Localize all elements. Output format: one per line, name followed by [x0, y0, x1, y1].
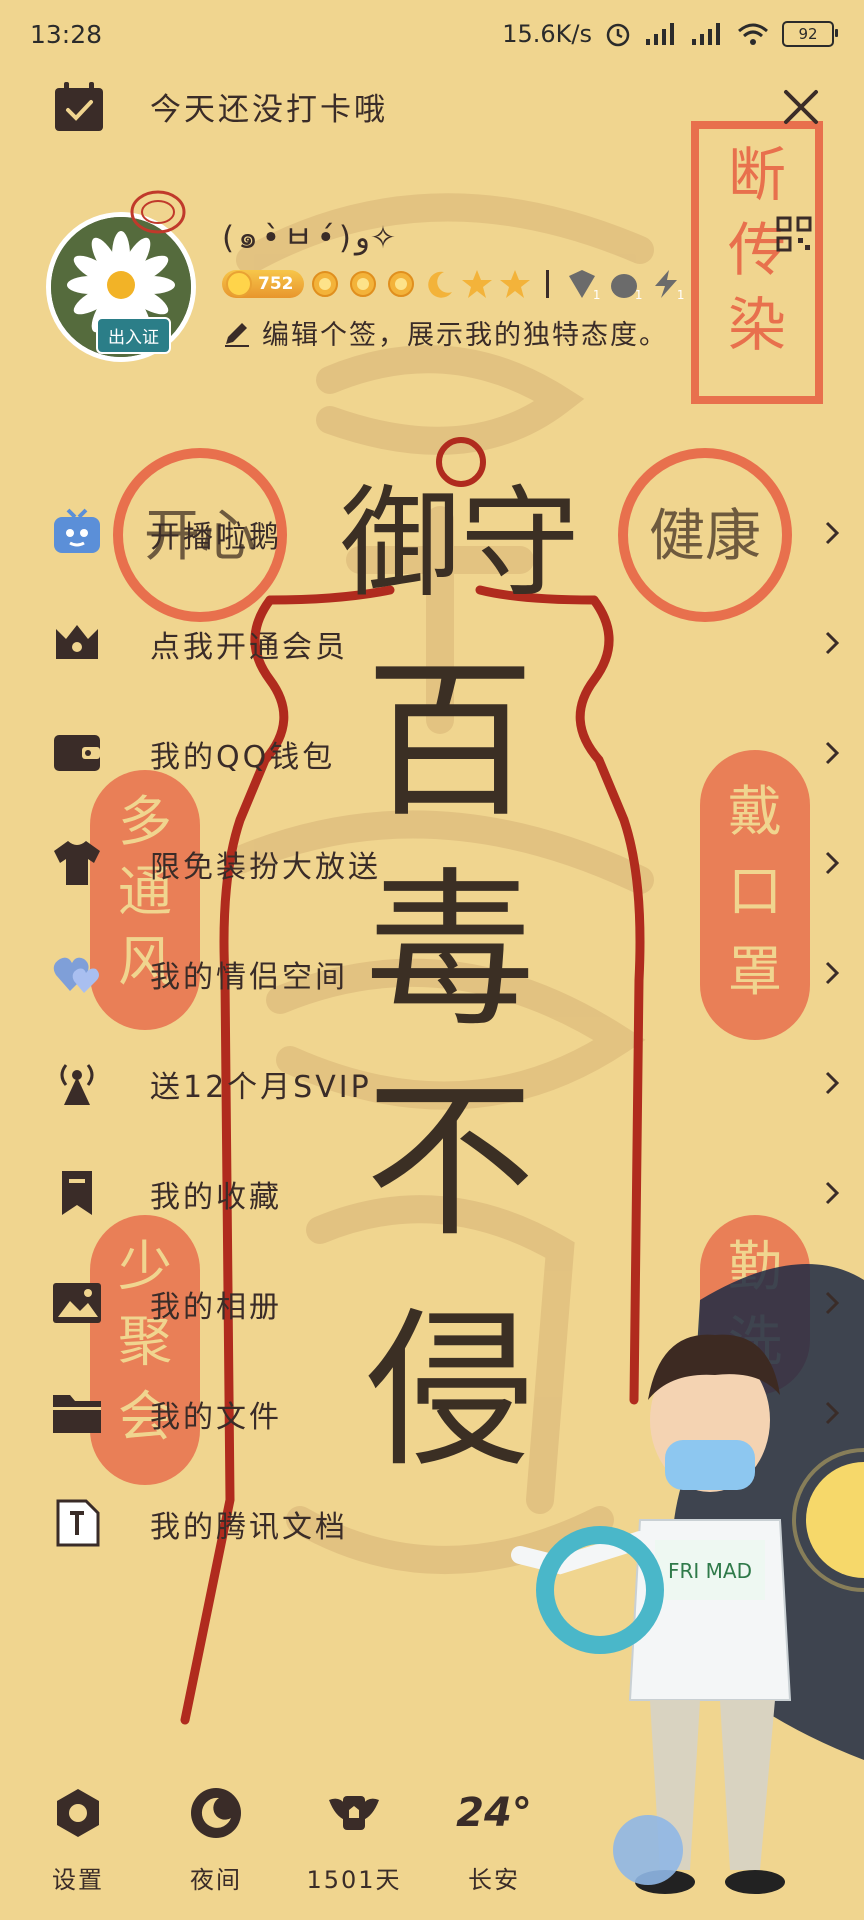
tshirt-icon [54, 841, 100, 885]
days-label: 1501天 [306, 1866, 402, 1894]
menu-label: 开播啦鹅 [150, 520, 282, 555]
status-indicators: 15.6K/s 92 [502, 18, 838, 50]
alarm-icon [606, 23, 630, 47]
gear-icon [57, 1789, 99, 1837]
signature-text: 编辑个签，展示我的独特态度。 [262, 320, 668, 351]
menu-item-wallet[interactable]: 我的QQ钱包 [0, 698, 864, 808]
menu-label: 我的收藏 [150, 1180, 282, 1215]
divider [545, 270, 549, 298]
temperature: 24° [456, 1790, 532, 1836]
wifi-icon [738, 23, 768, 45]
menu-item-couple-space[interactable]: 我的情侣空间 [0, 918, 864, 1028]
pencil-icon [225, 322, 249, 347]
sun-level-icon [311, 271, 338, 297]
chevron-right-icon [825, 1071, 840, 1095]
menu-label: 限免装扮大放送 [150, 850, 381, 885]
sun-level-icon [387, 271, 414, 297]
menu-label: 点我开通会员 [150, 630, 348, 665]
night-mode-label: 夜间 [190, 1866, 242, 1894]
settings-label: 设置 [52, 1866, 104, 1894]
side-menu: 开播啦鹅 点我开通会员 我的QQ钱包 限免装扮大放送 我的情侣空间 送12个月S… [0, 478, 864, 1578]
tv-icon [54, 508, 100, 553]
photo-icon [53, 1283, 101, 1323]
battery-indicator: 92 [782, 21, 838, 47]
menu-label: 送12个月SVIP [150, 1070, 372, 1105]
star-level-icon [461, 270, 492, 298]
crown-icon [56, 625, 98, 659]
checkin-prompt[interactable]: 今天还没打卡哦 [150, 84, 388, 129]
night-mode-button[interactable]: 夜间 [166, 1786, 266, 1895]
menu-label: 我的文件 [150, 1400, 282, 1435]
city-label: 长安 [468, 1866, 520, 1894]
coin-badge: 752 [222, 270, 304, 298]
broadcast-icon [60, 1064, 94, 1105]
svg-text:染: 染 [728, 291, 786, 359]
chevron-right-icon [825, 851, 840, 875]
menu-item-dressup[interactable]: 限免装扮大放送 [0, 808, 864, 918]
signature-editor[interactable]: 编辑个签，展示我的独特态度。 [222, 313, 668, 352]
top-bar: 今天还没打卡哦 [0, 72, 864, 162]
chevron-right-icon [825, 1291, 840, 1315]
signal-hd-icon [692, 23, 720, 45]
coin-count: 752 [258, 274, 294, 294]
menu-label: 我的相册 [150, 1290, 282, 1325]
chevron-right-icon [825, 961, 840, 985]
star-level-icon [499, 270, 530, 298]
chevron-right-icon [825, 1181, 840, 1205]
weather-widget[interactable]: 24° 长安 [444, 1786, 544, 1895]
chevron-right-icon [825, 521, 840, 545]
moon-level-icon [427, 271, 452, 298]
menu-label: 我的情侣空间 [150, 960, 348, 995]
qr-code-icon[interactable] [776, 216, 812, 252]
settings-button[interactable]: 设置 [28, 1786, 128, 1895]
moon-icon [191, 1788, 241, 1838]
gem-badge: 1 [647, 268, 685, 302]
avatar-stamp-icon [130, 190, 186, 234]
chevron-right-icon [825, 1401, 840, 1425]
coin-icon [226, 271, 252, 297]
days-badge[interactable]: 1501天 [304, 1786, 404, 1895]
wallet-icon [54, 735, 100, 771]
menu-item-favorites[interactable]: 我的收藏 [0, 1138, 864, 1248]
hearts-icon [53, 957, 99, 993]
menu-item-tencent-docs[interactable]: 我的腾讯文档 [0, 1468, 864, 1578]
menu-item-album[interactable]: 我的相册 [0, 1248, 864, 1358]
calendar-check-icon[interactable] [52, 80, 106, 134]
avatar-badge: 出入证 [96, 317, 171, 354]
close-icon[interactable] [776, 82, 826, 132]
menu-item-svip[interactable]: 送12个月SVIP [0, 1028, 864, 1138]
winged-badge-icon [329, 1796, 379, 1830]
menu-label: 我的腾讯文档 [150, 1510, 348, 1545]
folder-icon [53, 1395, 101, 1433]
status-bar: 13:28 15.6K/s 92 [0, 0, 864, 72]
network-speed: 15.6K/s [502, 20, 592, 48]
chevron-right-icon [825, 741, 840, 765]
sun-level-icon [349, 271, 376, 297]
menu-item-live[interactable]: 开播啦鹅 [0, 478, 864, 588]
level-badges[interactable]: 752 1 1 1 [222, 268, 685, 302]
signal-icon [646, 23, 674, 45]
bottom-bar: 设置 夜间 1501天 24° 长安 [0, 1760, 864, 1920]
menu-label: 我的QQ钱包 [150, 740, 336, 775]
menu-item-vip[interactable]: 点我开通会员 [0, 588, 864, 698]
status-time: 13:28 [30, 20, 103, 49]
bookmark-icon [62, 1171, 92, 1215]
chevron-right-icon [825, 631, 840, 655]
document-icon [56, 1499, 100, 1547]
gem-badge: 1 [605, 268, 643, 302]
menu-item-files[interactable]: 我的文件 [0, 1358, 864, 1468]
gem-badge: 1 [563, 268, 601, 302]
nickname[interactable]: (๑•̀ㅂ•́)و✧ [222, 212, 396, 262]
corner-stamp: 断 传 染 [691, 121, 823, 404]
